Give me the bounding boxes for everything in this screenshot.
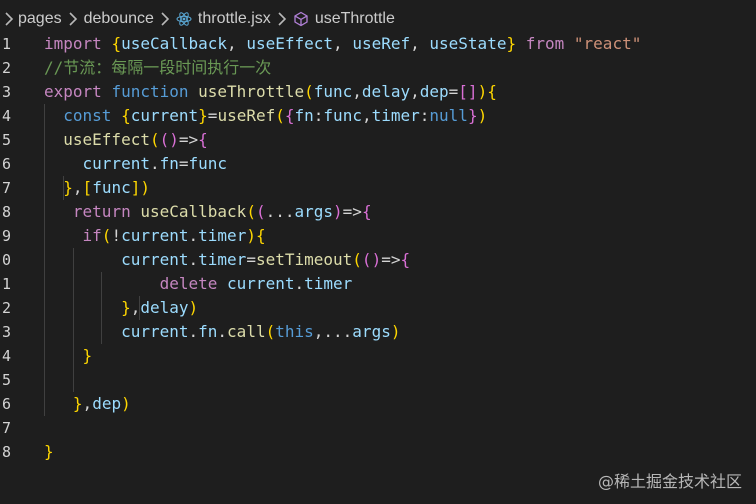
code-line[interactable]: 1 import {useCallback, useEffect, useRef,… bbox=[0, 32, 756, 56]
code-line[interactable]: 0 current.timer=setTimeout(()=>{ bbox=[0, 248, 756, 272]
chevron-right-icon bbox=[273, 12, 291, 26]
line-code: },[func]) bbox=[63, 178, 150, 197]
code-line[interactable]: 1 delete current.timer bbox=[0, 272, 756, 296]
code-line[interactable]: 8} bbox=[0, 440, 756, 464]
code-line[interactable]: 6 current.fn=func bbox=[0, 152, 756, 176]
line-number: 6 bbox=[2, 155, 12, 173]
code-line[interactable]: 3 current.fn.call(this,...args) bbox=[0, 320, 756, 344]
chevron-right-icon bbox=[156, 12, 174, 26]
breadcrumb-debounce[interactable]: debounce bbox=[84, 10, 154, 28]
code-line[interactable]: 2 },delay) bbox=[0, 296, 756, 320]
line-code: },dep) bbox=[72, 394, 131, 413]
react-file-icon bbox=[176, 11, 192, 27]
line-code: } bbox=[82, 346, 93, 365]
breadcrumb-symbol[interactable]: useThrottle bbox=[315, 10, 395, 28]
line-code: } bbox=[44, 442, 54, 461]
code-line[interactable]: 9 if(!current.timer){ bbox=[0, 224, 756, 248]
line-code: current.timer=setTimeout(()=>{ bbox=[121, 250, 411, 269]
line-number: 5 bbox=[2, 131, 12, 149]
function-symbol-icon bbox=[293, 11, 309, 27]
line-number: 9 bbox=[2, 227, 12, 245]
code-line[interactable]: 5 bbox=[0, 368, 756, 392]
watermark: @稀土掘金技术社区 bbox=[597, 472, 742, 491]
code-line[interactable]: 7 },[func]) bbox=[0, 176, 756, 200]
line-number: 7 bbox=[2, 419, 12, 437]
line-code: delete current.timer bbox=[159, 274, 353, 293]
line-number: 4 bbox=[2, 107, 12, 125]
line-number: 0 bbox=[2, 251, 12, 269]
line-number: 3 bbox=[2, 323, 12, 341]
code-line[interactable]: 4 const {current}=useRef({fn:func,timer:… bbox=[0, 104, 756, 128]
line-number: 2 bbox=[2, 59, 12, 77]
line-code: import {useCallback, useEffect, useRef, … bbox=[44, 34, 642, 53]
line-code: export function useThrottle(func,delay,d… bbox=[44, 82, 497, 101]
code-line[interactable]: 3 export function useThrottle(func,delay,… bbox=[0, 80, 756, 104]
line-number: 8 bbox=[2, 443, 12, 461]
breadcrumb-file[interactable]: throttle.jsx bbox=[198, 10, 271, 28]
line-number: 1 bbox=[2, 275, 12, 293]
line-code: return useCallback((...args)=>{ bbox=[72, 202, 372, 221]
code-line[interactable]: 4 } bbox=[0, 344, 756, 368]
line-code: useEffect(()=>{ bbox=[63, 130, 208, 149]
chevron-right-icon bbox=[64, 12, 82, 26]
chevron-right-icon bbox=[4, 12, 14, 26]
breadcrumb-pages[interactable]: pages bbox=[18, 10, 62, 28]
line-number: 5 bbox=[2, 371, 12, 389]
line-code: current.fn.call(this,...args) bbox=[121, 322, 401, 341]
line-code: //节流：每隔一段时间执行一次 bbox=[44, 58, 272, 77]
code-line[interactable]: 6 },dep) bbox=[0, 392, 756, 416]
code-line[interactable]: 8 return useCallback((...args)=>{ bbox=[0, 200, 756, 224]
line-number: 3 bbox=[2, 83, 12, 101]
code-line[interactable]: 2 //节流：每隔一段时间执行一次 bbox=[0, 56, 756, 80]
line-number: 8 bbox=[2, 203, 12, 221]
code-line[interactable]: 5 useEffect(()=>{ bbox=[0, 128, 756, 152]
code-editor[interactable]: 1 import {useCallback, useEffect, useRef,… bbox=[0, 32, 756, 472]
line-code: const {current}=useRef({fn:func,timer:nu… bbox=[63, 106, 488, 125]
line-code: },delay) bbox=[121, 298, 199, 317]
line-code: current.fn=func bbox=[82, 154, 228, 173]
code-line[interactable]: 7 bbox=[0, 416, 756, 440]
line-number: 1 bbox=[2, 35, 12, 53]
line-code: if(!current.timer){ bbox=[82, 226, 266, 245]
line-number: 2 bbox=[2, 299, 12, 317]
line-number: 6 bbox=[2, 395, 12, 413]
line-number: 4 bbox=[2, 347, 12, 365]
line-number: 7 bbox=[2, 179, 12, 197]
